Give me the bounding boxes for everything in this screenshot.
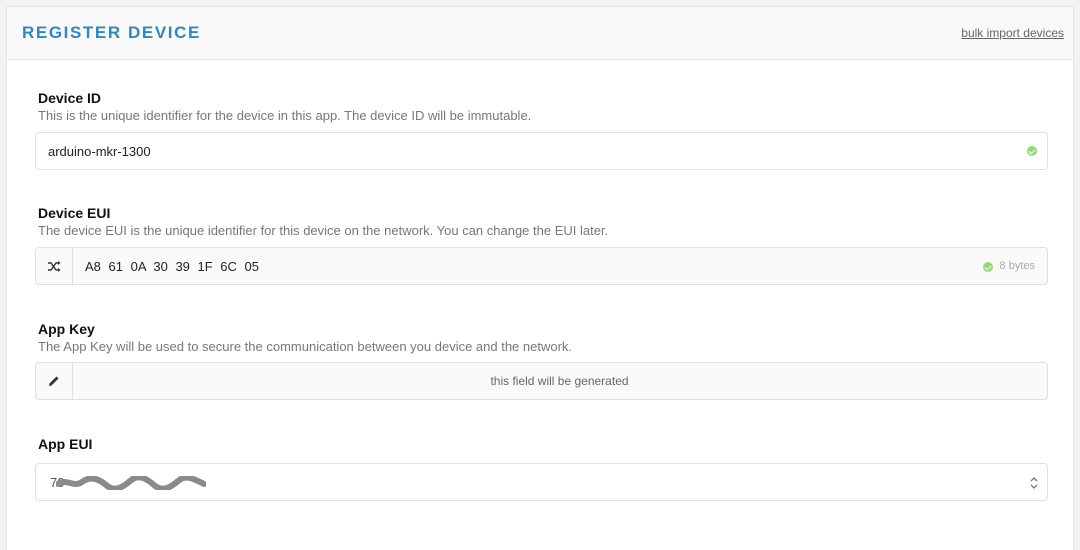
panel-header: REGISTER DEVICE bulk import devices [7,7,1073,60]
device-eui-label: Device EUI [38,205,111,221]
up-down-chevron-icon[interactable] [1030,476,1038,491]
device-eui-value: A8 61 0A 30 39 1F 6C 05 [85,259,259,274]
page-title: REGISTER DEVICE [22,23,201,42]
shuffle-icon[interactable] [36,248,73,284]
byte-count: 8 bytes [999,260,1035,272]
device-eui-input[interactable]: A8 61 0A 30 39 1F 6C 05 8 bytes [35,247,1048,285]
app-key-label: App Key [38,321,95,337]
valid-check-icon [1027,146,1037,156]
register-device-panel: REGISTER DEVICE bulk import devices Devi… [6,6,1074,550]
app-key-input[interactable]: this field will be generated [35,362,1048,400]
app-key-placeholder: this field will be generated [490,374,629,388]
valid-check-icon [983,262,993,272]
pencil-icon[interactable] [36,363,73,399]
device-id-description: This is the unique identifier for the de… [38,108,532,123]
app-eui-label: App EUI [38,436,93,452]
device-id-input[interactable]: arduino-mkr-1300 [35,132,1048,170]
app-eui-select[interactable]: 70 [35,463,1048,501]
device-id-label: Device ID [38,90,102,106]
app-key-description: The App Key will be used to secure the c… [38,339,573,354]
bulk-import-devices-link[interactable]: bulk import devices [961,26,1064,40]
device-eui-description: The device EUI is the unique identifier … [38,223,609,238]
redacted-scribble [56,476,206,490]
device-id-value: arduino-mkr-1300 [48,144,151,159]
